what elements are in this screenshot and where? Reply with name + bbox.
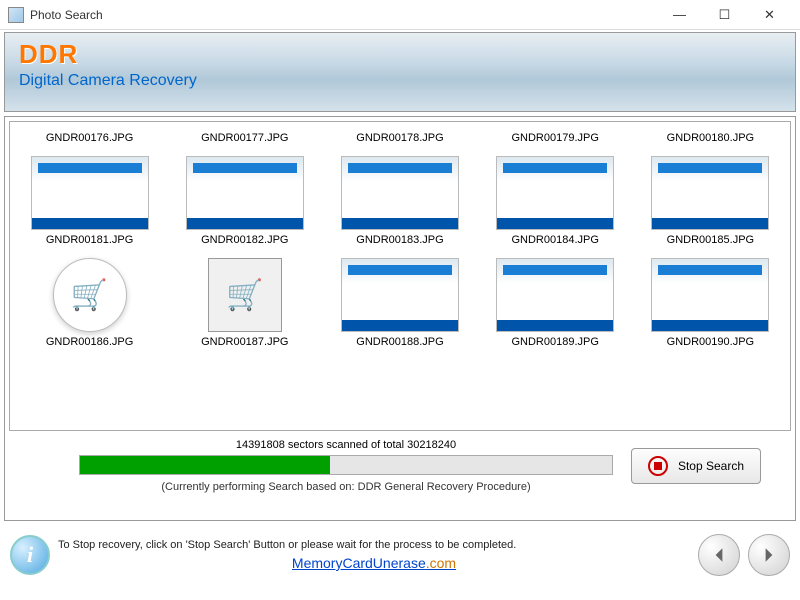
stop-button-label: Stop Search — [678, 459, 744, 473]
thumbnail-item[interactable]: GNDR00177.JPG — [169, 128, 320, 154]
progress-area: 14391808 sectors scanned of total 302182… — [9, 439, 791, 493]
thumbnail-image — [651, 258, 769, 332]
progress-fill — [80, 456, 330, 474]
thumbnail-item[interactable]: GNDR00184.JPG — [480, 156, 631, 256]
app-banner: DDR Digital Camera Recovery — [4, 32, 796, 112]
thumbnail-list[interactable]: GNDR00176.JPG GNDR00177.JPG GNDR00178.JP… — [9, 121, 791, 431]
thumbnail-image — [496, 156, 614, 230]
close-button[interactable]: ✕ — [747, 1, 792, 29]
cart-icon: 🛒 — [208, 258, 282, 332]
thumbnail-image — [341, 156, 459, 230]
prev-button[interactable] — [698, 534, 740, 576]
thumbnail-item[interactable]: GNDR00183.JPG — [324, 156, 475, 256]
thumbnail-item[interactable]: GNDR00188.JPG — [324, 258, 475, 358]
thumbnail-item[interactable]: GNDR00179.JPG — [480, 128, 631, 154]
thumbnail-image — [31, 156, 149, 230]
thumbnail-item[interactable]: GNDR00180.JPG — [635, 128, 786, 154]
thumbnail-item[interactable]: 🛒GNDR00186.JPG — [14, 258, 165, 358]
thumbnail-item[interactable]: 🛒GNDR00187.JPG — [169, 258, 320, 358]
thumbnail-item[interactable]: GNDR00181.JPG — [14, 156, 165, 256]
thumbnail-item[interactable]: GNDR00178.JPG — [324, 128, 475, 154]
website-link[interactable]: MemoryCardUnerase.com — [58, 555, 690, 571]
footer-message: To Stop recovery, click on 'Stop Search'… — [58, 539, 690, 551]
stop-icon — [648, 456, 668, 476]
cart-icon: 🛒 — [53, 258, 127, 332]
window-title: Photo Search — [30, 8, 657, 22]
footer-bar: i To Stop recovery, click on 'Stop Searc… — [4, 525, 796, 585]
thumbnail-image — [496, 258, 614, 332]
thumbnail-image — [651, 156, 769, 230]
thumbnail-item[interactable]: GNDR00189.JPG — [480, 258, 631, 358]
thumbnail-item[interactable]: GNDR00182.JPG — [169, 156, 320, 256]
thumbnail-item[interactable]: GNDR00176.JPG — [14, 128, 165, 154]
progress-bar — [79, 455, 613, 475]
app-icon — [8, 7, 24, 23]
info-icon: i — [10, 535, 50, 575]
chevron-left-icon — [710, 546, 728, 564]
thumbnail-image — [186, 156, 304, 230]
thumbnail-item[interactable]: GNDR00190.JPG — [635, 258, 786, 358]
minimize-button[interactable]: — — [657, 1, 702, 29]
progress-note: (Currently performing Search based on: D… — [79, 481, 613, 493]
chevron-right-icon — [760, 546, 778, 564]
main-panel: GNDR00176.JPG GNDR00177.JPG GNDR00178.JP… — [4, 116, 796, 521]
thumbnail-image — [341, 258, 459, 332]
logo-text: DDR — [19, 39, 781, 70]
progress-status-text: 14391808 sectors scanned of total 302182… — [79, 439, 613, 451]
next-button[interactable] — [748, 534, 790, 576]
maximize-button[interactable]: ☐ — [702, 1, 747, 29]
stop-search-button[interactable]: Stop Search — [631, 448, 761, 484]
thumbnail-item[interactable]: GNDR00185.JPG — [635, 156, 786, 256]
app-subtitle: Digital Camera Recovery — [19, 72, 781, 90]
titlebar: Photo Search — ☐ ✕ — [0, 0, 800, 30]
